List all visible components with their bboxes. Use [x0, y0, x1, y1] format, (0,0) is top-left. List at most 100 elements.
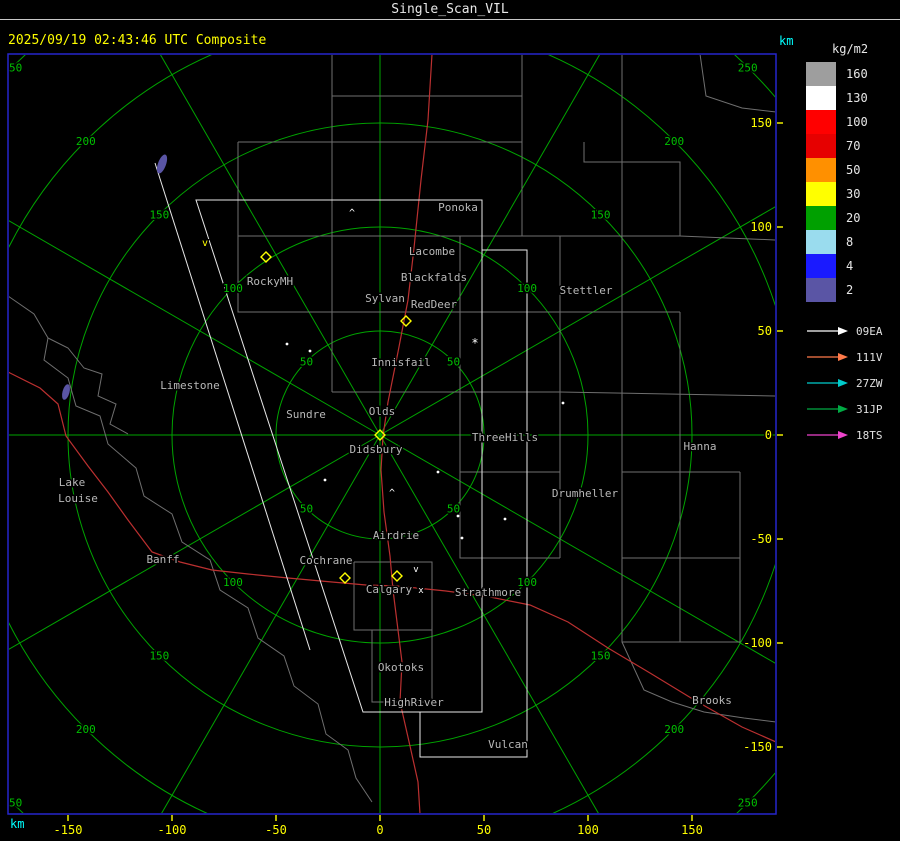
ring-distance-label: 50	[300, 503, 313, 516]
county-boundary	[583, 142, 622, 163]
county-boundary	[621, 641, 775, 723]
city-label: Hanna	[683, 440, 716, 453]
cell-dot-marker	[503, 517, 507, 521]
city-label: Didsbury	[350, 443, 403, 456]
radar-arrow-icon	[807, 379, 848, 387]
cell-caret-up-marker: ^	[349, 208, 355, 219]
legend-row: 160	[806, 62, 899, 86]
legend-row: 130	[806, 86, 899, 110]
city-label: Lacombe	[409, 245, 455, 258]
county-boundary	[679, 235, 775, 241]
radar-arrow-icon	[807, 431, 848, 439]
ring-distance-label: 200	[76, 723, 96, 736]
legend-row: 70	[806, 134, 899, 158]
coverage-box	[419, 249, 528, 758]
ring-distance-label: 250	[2, 61, 22, 74]
cell-asterisk-marker: *	[471, 336, 478, 350]
range-spoke	[161, 434, 381, 813]
radar-site-marker	[400, 315, 412, 327]
legend-row: 30	[806, 182, 899, 206]
city-label: ThreeHills	[472, 431, 538, 444]
legend-row: 2	[806, 278, 899, 302]
right-axis-label: -150	[743, 740, 772, 754]
range-spoke	[379, 434, 775, 664]
ring-distance-label: 100	[517, 282, 537, 295]
county-boundary	[622, 472, 681, 559]
bottom-axis-label: -100	[158, 823, 187, 837]
legend-title: kg/m2	[832, 42, 869, 56]
radar-arrow-icon	[807, 353, 848, 361]
city-label: Calgary	[366, 583, 413, 596]
county-boundary	[47, 337, 129, 435]
county-boundary	[679, 392, 740, 473]
ring-distance-label: 150	[149, 650, 169, 663]
legend-row: 20	[806, 206, 899, 230]
cell-x-marker: x	[418, 586, 424, 596]
city-label: Strathmore	[455, 586, 521, 599]
right-axis-label: 0	[765, 428, 772, 442]
city-label: RedDeer	[411, 298, 458, 311]
city-label: Sylvan	[365, 292, 405, 305]
county-boundary	[622, 161, 681, 236]
radar-site-marker	[391, 570, 403, 582]
legend-swatch	[806, 110, 836, 134]
legend-swatch	[806, 230, 836, 254]
city-label: Lake	[59, 476, 86, 489]
legend-value: 2	[846, 283, 854, 297]
radar-arrow-icon	[807, 327, 848, 335]
radar-id-row: 09EA	[806, 318, 899, 344]
radar-id-label: 18TS	[856, 428, 883, 442]
legend-row: 50	[806, 158, 899, 182]
city-label: Drumheller	[552, 487, 619, 500]
city-label: Limestone	[160, 379, 220, 392]
ring-distance-label: 200	[664, 135, 684, 148]
legend-swatch	[806, 278, 836, 302]
city-label: Ponoka	[438, 201, 478, 214]
radar-map-canvas[interactable]: 50 5050 50100 100100 100150 150150 150200 20020…	[0, 0, 900, 841]
city-label: Cochrane	[300, 554, 353, 567]
ring-distance-label: 100	[223, 576, 243, 589]
bottom-axis-label: -50	[265, 823, 287, 837]
city-label: Banff	[146, 553, 179, 566]
radar-id-label: 09EA	[856, 324, 883, 338]
city-label: Olds	[369, 405, 396, 418]
city-label: HighRiver	[384, 696, 444, 709]
cell-dot-marker	[308, 349, 312, 353]
city-label: Louise	[58, 492, 98, 505]
legend-row: 8	[806, 230, 899, 254]
city-label: Sundre	[286, 408, 326, 421]
county-boundary	[680, 558, 741, 643]
bottom-axis-label: 100	[577, 823, 599, 837]
radar-id-legend: 09EA 111V 27ZW 31JP 18TS	[806, 318, 899, 448]
radar-site-marker	[339, 572, 351, 584]
city-label: Okotoks	[378, 661, 424, 674]
legend-swatch	[806, 158, 836, 182]
county-boundary	[621, 558, 681, 643]
radar-id-row: 27ZW	[806, 370, 899, 396]
legend-swatch	[806, 206, 836, 230]
radar-id-label: 27ZW	[856, 376, 883, 390]
legend-value: 130	[846, 91, 868, 105]
radar-id-label: 111V	[856, 350, 883, 364]
right-axis-label: 150	[750, 116, 772, 130]
radar-arrow-icon	[807, 405, 848, 413]
county-boundary	[559, 391, 775, 397]
radar-id-label: 31JP	[856, 402, 883, 416]
vil-color-legend: kg/m2 160 130 100 70 50 30 20 8 4 2 09EA 111V 27ZW 3…	[806, 42, 899, 448]
city-label: Stettler	[560, 284, 613, 297]
ring-distance-label: 150	[149, 208, 169, 221]
ring-distance-label: 150	[591, 208, 611, 221]
radar-id-row: 18TS	[806, 422, 899, 448]
cell-dot-marker	[460, 536, 464, 540]
bottom-axis-label: 150	[681, 823, 703, 837]
right-axis-label: -100	[743, 636, 772, 650]
legend-value: 50	[846, 163, 861, 177]
cell-caret-up-marker: ^	[389, 488, 395, 499]
cell-caret-down-marker: v	[413, 565, 418, 575]
cell-dot-marker	[436, 470, 440, 474]
ring-distance-label: 200	[664, 723, 684, 736]
highway-line	[396, 585, 775, 743]
range-spoke	[9, 434, 381, 650]
cell-dot-marker	[285, 342, 289, 346]
ring-distance-label: 100	[223, 282, 243, 295]
